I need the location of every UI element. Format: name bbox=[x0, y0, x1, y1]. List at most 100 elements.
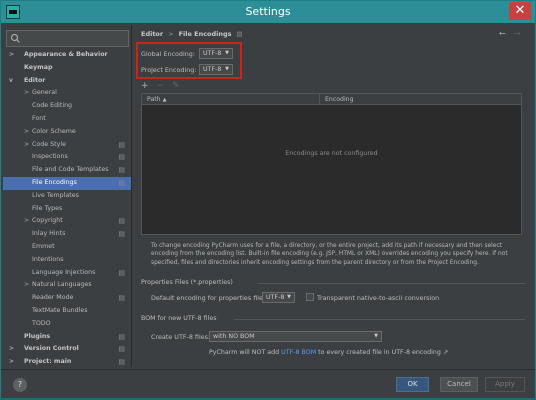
sidebar-item-reader-mode[interactable]: Reader Mode ▤ bbox=[3, 292, 131, 305]
sidebar-item-intentions[interactable]: Intentions bbox=[3, 254, 131, 267]
help-button[interactable]: ? bbox=[13, 378, 27, 392]
chevron-right-icon[interactable]: > bbox=[24, 279, 29, 292]
add-icon[interactable]: + bbox=[141, 81, 149, 91]
title-bar: Settings ✕ bbox=[1, 1, 535, 23]
sidebar-item-inlay-hints[interactable]: Inlay Hints ▤ bbox=[3, 228, 131, 241]
breadcrumb-separator: > bbox=[168, 30, 174, 38]
settings-search-input[interactable] bbox=[6, 30, 129, 47]
sidebar-item-label: Inspections bbox=[32, 153, 68, 161]
create-utf8-dropdown[interactable]: with NO BOM ▼ bbox=[209, 331, 382, 342]
default-encoding-label: Default encoding for properties files: bbox=[151, 294, 269, 302]
properties-section-title: Properties Files (*.properties) bbox=[141, 279, 233, 286]
section-divider bbox=[258, 283, 525, 284]
forward-arrow-icon[interactable]: → bbox=[514, 29, 521, 38]
encoding-description: To change encoding PyCharm uses for a fi… bbox=[151, 243, 508, 266]
chevron-right-icon[interactable]: > bbox=[24, 139, 29, 152]
sidebar-item-label: Appearance & Behavior bbox=[24, 51, 108, 58]
sidebar-item-copyright[interactable]: > Copyright ▤ bbox=[3, 215, 131, 228]
chevron-right-icon[interactable]: > bbox=[24, 126, 29, 139]
settings-sidebar: > Appearance & Behavior Keymap v Editor > Gene… bbox=[3, 25, 132, 367]
sidebar-item-label: TODO bbox=[32, 319, 51, 327]
sidebar-item-label: Intentions bbox=[32, 255, 64, 263]
breadcrumb-parent[interactable]: Editor bbox=[141, 30, 163, 38]
sidebar-item-color-scheme[interactable]: > Color Scheme bbox=[3, 126, 131, 139]
path-header-label: Path bbox=[147, 96, 161, 103]
sidebar-item-label: Version Control bbox=[24, 345, 79, 353]
utf8-bom-link[interactable]: UTF-8 BOM bbox=[281, 349, 316, 356]
dialog-footer: ? OK Cancel Apply bbox=[1, 369, 535, 399]
sidebar-item-label: Code Style bbox=[32, 140, 66, 148]
sidebar-item-code-editing[interactable]: Code Editing bbox=[3, 100, 131, 113]
sidebar-item-label: Emmet bbox=[32, 242, 55, 250]
create-utf8-label: Create UTF-8 files: bbox=[151, 333, 211, 341]
column-header-encoding[interactable]: Encoding bbox=[319, 94, 354, 104]
remove-icon[interactable]: − bbox=[157, 81, 165, 91]
chevron-down-icon[interactable]: v bbox=[9, 75, 13, 88]
sidebar-item-todo[interactable]: TODO bbox=[3, 318, 131, 331]
chevron-right-icon[interactable]: > bbox=[24, 87, 29, 100]
bom-note-prefix: PyCharm will NOT add bbox=[209, 349, 280, 356]
sidebar-item-appearance-behavior[interactable]: > Appearance & Behavior bbox=[3, 49, 131, 62]
sidebar-item-live-templates[interactable]: Live Templates bbox=[3, 190, 131, 203]
sidebar-item-label: Editor bbox=[24, 76, 46, 84]
sidebar-item-label: Language Injections bbox=[32, 268, 96, 276]
transparent-conversion-label[interactable]: Transparent native-to-ascii conversion bbox=[317, 294, 439, 302]
project-encoding-dropdown[interactable]: UTF-8 ▼ bbox=[199, 64, 233, 75]
sidebar-item-label: Plugins bbox=[24, 332, 51, 340]
sidebar-item-file-and-code-templates[interactable]: File and Code Templates ▤ bbox=[3, 164, 131, 177]
sidebar-item-general[interactable]: > General bbox=[3, 87, 131, 100]
section-divider bbox=[234, 319, 525, 320]
edit-icon[interactable]: ✎ bbox=[172, 81, 180, 91]
sidebar-item-code-style[interactable]: > Code Style ▤ bbox=[3, 139, 131, 152]
chevron-right-icon[interactable]: > bbox=[9, 49, 14, 62]
chevron-right-icon[interactable]: > bbox=[9, 356, 14, 367]
encodings-table[interactable]: Path ▲ Encoding Encodings are not config… bbox=[141, 93, 522, 235]
project-scope-icon: ▤ bbox=[118, 178, 125, 187]
project-scope-icon: ▤ bbox=[118, 166, 125, 175]
close-window-button[interactable]: ✕ bbox=[509, 2, 531, 20]
project-scope-icon: ▤ bbox=[118, 217, 125, 226]
project-scope-icon: ▤ bbox=[118, 358, 125, 367]
sidebar-item-textmate-bundles[interactable]: TextMate Bundles bbox=[3, 305, 131, 318]
sidebar-item-language-injections[interactable]: Language Injections ▤ bbox=[3, 267, 131, 280]
sidebar-item-file-encodings[interactable]: File Encodings ▤ bbox=[3, 176, 131, 190]
sidebar-item-font[interactable]: Font bbox=[3, 113, 131, 126]
chevron-down-icon: ▼ bbox=[287, 294, 291, 300]
sidebar-item-version-control[interactable]: > Version Control ▤ bbox=[3, 343, 131, 356]
transparent-conversion-checkbox[interactable] bbox=[306, 293, 314, 301]
settings-tree: > Appearance & Behavior Keymap v Editor > Gene… bbox=[3, 49, 131, 367]
sidebar-item-natural-languages[interactable]: > Natural Languages bbox=[3, 279, 131, 292]
cancel-button[interactable]: Cancel bbox=[440, 377, 478, 392]
sidebar-item-editor[interactable]: v Editor bbox=[3, 75, 131, 88]
sidebar-item-label: Copyright bbox=[32, 217, 63, 225]
sidebar-item-plugins[interactable]: Plugins ▤ bbox=[3, 331, 131, 344]
global-encoding-dropdown[interactable]: UTF-8 ▼ bbox=[199, 48, 233, 59]
chevron-down-icon: ▼ bbox=[225, 66, 229, 72]
global-encoding-value: UTF-8 bbox=[203, 50, 222, 57]
sidebar-item-inspections[interactable]: Inspections ▤ bbox=[3, 151, 131, 164]
file-encodings-panel: Editor > File Encodings ▤ ← → Global Encodi… bbox=[133, 25, 533, 367]
sidebar-item-label: Keymap bbox=[24, 63, 53, 71]
bom-note-suffix: to every created file in UTF-8 encoding … bbox=[318, 349, 449, 356]
table-toolbar: + − ✎ bbox=[141, 81, 188, 92]
apply-button[interactable]: Apply bbox=[485, 377, 525, 392]
column-header-path[interactable]: Path ▲ bbox=[147, 94, 166, 106]
back-arrow-icon[interactable]: ← bbox=[499, 29, 506, 38]
project-encoding-value: UTF-8 bbox=[203, 66, 222, 73]
sidebar-item-label: Code Editing bbox=[32, 102, 73, 110]
settings-window: Settings ✕ > Appearance & Behavior Keymap v… bbox=[0, 0, 536, 400]
sidebar-item-keymap[interactable]: Keymap bbox=[3, 62, 131, 75]
project-scope-icon: ▤ bbox=[118, 345, 125, 354]
ok-button[interactable]: OK bbox=[396, 377, 429, 392]
bom-section: BOM for new UTF-8 files bbox=[141, 315, 525, 322]
chevron-right-icon[interactable]: > bbox=[9, 343, 14, 356]
sidebar-item-file-types[interactable]: File Types bbox=[3, 203, 131, 216]
sidebar-item-label: Color Scheme bbox=[32, 127, 76, 135]
sidebar-item-label: TextMate Bundles bbox=[32, 306, 88, 314]
table-header: Path ▲ Encoding bbox=[142, 94, 521, 105]
properties-encoding-dropdown[interactable]: UTF-8 ▼ bbox=[262, 292, 295, 303]
window-title: Settings bbox=[245, 5, 291, 18]
sidebar-item-emmet[interactable]: Emmet bbox=[3, 241, 131, 254]
sidebar-item-project-main[interactable]: > Project: main ▤ bbox=[3, 356, 131, 367]
chevron-right-icon[interactable]: > bbox=[24, 215, 29, 228]
